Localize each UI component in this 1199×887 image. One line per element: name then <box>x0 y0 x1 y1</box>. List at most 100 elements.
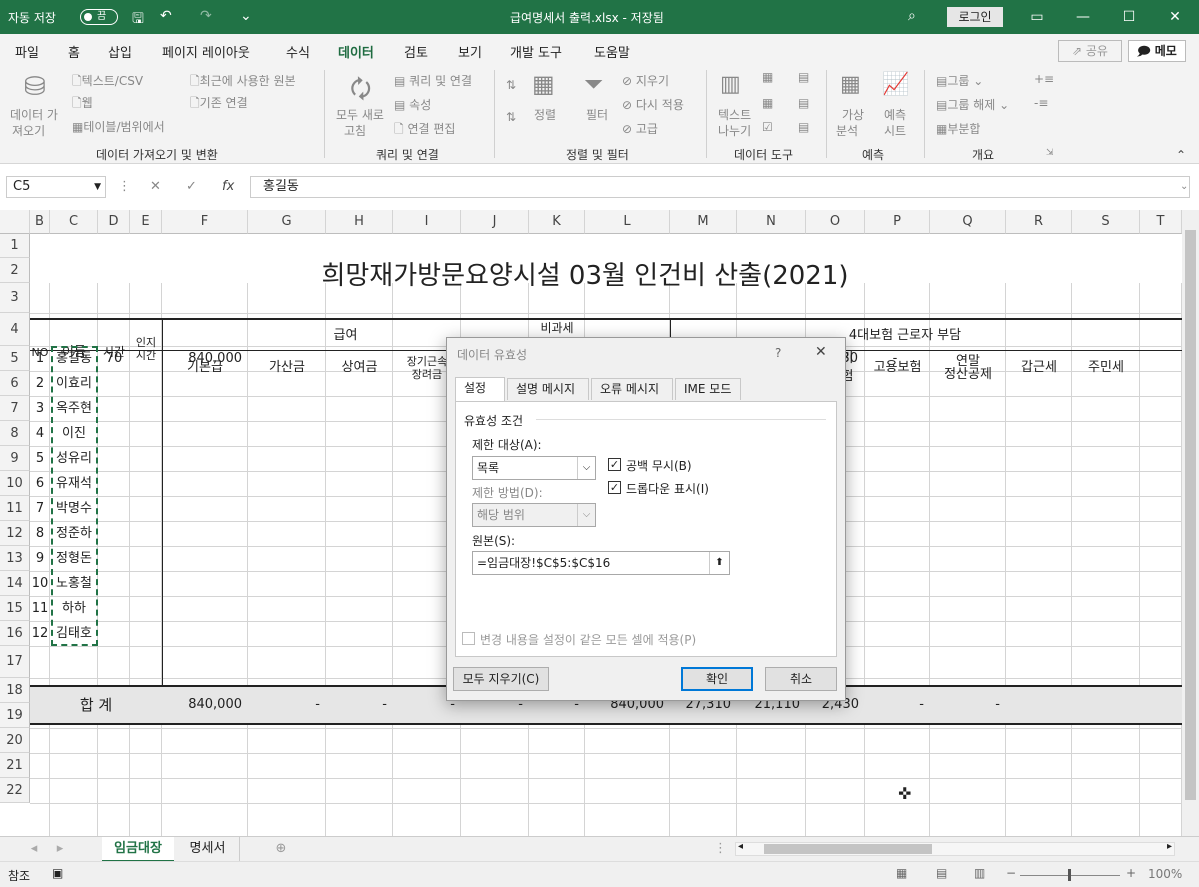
normal-view-icon[interactable]: ▦ <box>896 866 907 880</box>
employee-base-pay[interactable]: 840,000 <box>162 346 242 371</box>
save-icon[interactable]: 🖫 <box>132 8 144 32</box>
source-input[interactable]: =임금대장!$C$5:$C$16 ⬆ <box>472 551 730 575</box>
search-icon[interactable]: ⌕ <box>908 8 916 24</box>
show-detail-icon[interactable]: +≡ <box>1034 72 1054 86</box>
page-layout-view-icon[interactable]: ▤ <box>936 866 947 880</box>
text-to-columns-button[interactable]: 텍스트 <box>718 106 751 123</box>
queries-connections-button[interactable]: ▤ 쿼리 및 연결 <box>394 72 472 89</box>
cancel-icon[interactable]: ✕ <box>150 179 161 194</box>
row-header-1[interactable]: 1 <box>0 234 30 258</box>
column-header-p[interactable]: P <box>865 210 930 234</box>
menu-help[interactable]: 도움말 <box>594 42 630 61</box>
advanced-filter-button[interactable]: ⊘ 고급 <box>622 120 658 137</box>
clear-all-button[interactable]: 모두 지우기(C) <box>453 667 549 691</box>
flash-fill-icon[interactable]: ▦ <box>762 70 773 84</box>
employee-employment-insurance[interactable]: - <box>865 346 925 371</box>
page-break-view-icon[interactable]: ▥ <box>974 866 985 880</box>
row-header-12[interactable]: 12 <box>0 521 30 546</box>
column-header-e[interactable]: E <box>130 210 162 234</box>
column-header-k[interactable]: K <box>529 210 585 234</box>
vertical-scroll-thumb[interactable] <box>1185 230 1196 800</box>
menu-insert[interactable]: 삽입 <box>108 42 132 61</box>
collapse-dialog-icon[interactable]: ⬆ <box>709 552 729 574</box>
ignore-blank-checkbox[interactable]: ✓ <box>608 458 621 471</box>
apply-all-checkbox[interactable] <box>462 632 475 645</box>
column-header-s[interactable]: S <box>1072 210 1140 234</box>
column-header-j[interactable]: J <box>461 210 529 234</box>
column-header-h[interactable]: H <box>326 210 393 234</box>
ungroup-button[interactable]: ▤그룹 해제 ⌄ <box>936 96 1009 113</box>
tab-ime-mode[interactable]: IME 모드 <box>675 378 741 400</box>
menu-page-layout[interactable]: 페이지 레이아웃 <box>162 42 250 61</box>
collapse-ribbon-icon[interactable]: ⌃ <box>1176 148 1186 162</box>
sort-ascending-icon[interactable]: ⇅ <box>506 78 516 92</box>
horizontal-scroll-thumb[interactable] <box>764 844 932 854</box>
what-if-button-line2[interactable]: 분석 <box>836 122 858 139</box>
data-select[interactable]: 해당 범위 ⌵ <box>472 503 596 527</box>
relationships-icon[interactable]: ▤ <box>798 96 809 110</box>
recent-sources-button[interactable]: 🗋최근에 사용한 원본 <box>190 72 296 93</box>
column-header-c[interactable]: C <box>50 210 98 234</box>
scroll-left-icon[interactable]: ◂ <box>738 841 743 852</box>
prev-sheet-icon[interactable]: ◂ <box>24 837 44 862</box>
sheet-tab-wage-ledger[interactable]: 임금대장 <box>102 837 174 862</box>
tab-settings[interactable]: 설정 <box>455 377 505 401</box>
customize-quick-access-icon[interactable]: ⌄ <box>240 8 252 24</box>
column-header-f[interactable]: F <box>162 210 248 234</box>
remove-duplicates-icon[interactable]: ▦ <box>762 96 773 110</box>
undo-icon[interactable]: ↶ <box>160 8 172 24</box>
what-if-button[interactable]: 가상 <box>842 106 864 123</box>
get-data-button[interactable]: 데이터 가 <box>10 106 58 123</box>
forecast-sheet-button-line2[interactable]: 시트 <box>884 122 906 139</box>
total-g[interactable]: - <box>248 687 320 723</box>
total-p[interactable]: - <box>865 687 924 723</box>
column-header-q[interactable]: Q <box>930 210 1006 234</box>
row-header-15[interactable]: 15 <box>0 596 30 621</box>
row-header-9[interactable]: 9 <box>0 446 30 471</box>
row-header-18[interactable]: 18 <box>0 678 30 703</box>
row-header-20[interactable]: 20 <box>0 728 30 753</box>
column-header-r[interactable]: R <box>1006 210 1072 234</box>
scroll-right-icon[interactable]: ▸ <box>1167 841 1172 852</box>
name-box-dropdown-icon[interactable]: ▼ <box>94 177 101 197</box>
employee-time[interactable]: 70 <box>98 346 130 371</box>
column-header-b[interactable]: B <box>30 210 50 234</box>
menu-formulas[interactable]: 수식 <box>286 42 310 61</box>
from-table-button[interactable]: ▦테이블/범위에서 <box>72 118 165 135</box>
row-header-2[interactable]: 2 <box>0 258 30 283</box>
hide-detail-icon[interactable]: -≡ <box>1034 96 1048 110</box>
column-header-i[interactable]: I <box>393 210 461 234</box>
menu-view[interactable]: 보기 <box>458 42 482 61</box>
enter-icon[interactable]: ✓ <box>186 179 197 194</box>
zoom-in-icon[interactable]: + <box>1126 866 1136 880</box>
tab-split-handle[interactable]: ⋮ <box>714 837 727 862</box>
data-validation-icon[interactable]: ☑ <box>762 120 773 134</box>
help-icon[interactable]: ? <box>775 346 781 360</box>
allow-select[interactable]: 목록 ⌵ <box>472 456 596 480</box>
sort-button[interactable]: 정렬 <box>534 106 556 123</box>
minimize-button[interactable]: — <box>1068 5 1098 29</box>
ribbon-display-options-icon[interactable]: ▭ <box>1022 5 1052 29</box>
data-model-icon[interactable]: ▤ <box>798 120 809 134</box>
properties-button[interactable]: ▤ 속성 <box>394 96 431 113</box>
filter-button[interactable]: 필터 <box>586 106 608 123</box>
insert-function-icon[interactable]: fx <box>222 179 234 194</box>
menu-home[interactable]: 홈 <box>68 42 80 61</box>
row-header-16[interactable]: 16 <box>0 621 30 646</box>
new-sheet-icon[interactable]: ⊕ <box>270 837 292 862</box>
ok-button[interactable]: 확인 <box>681 667 753 691</box>
forecast-sheet-button[interactable]: 예측 <box>884 106 906 123</box>
zoom-out-icon[interactable]: − <box>1006 866 1016 880</box>
column-header-t[interactable]: T <box>1140 210 1182 234</box>
column-header-g[interactable]: G <box>248 210 326 234</box>
close-button[interactable]: ✕ <box>1160 5 1190 29</box>
text-to-columns-button-line2[interactable]: 나누기 <box>718 122 751 139</box>
menu-developer[interactable]: 개발 도구 <box>510 42 562 61</box>
row-header-21[interactable]: 21 <box>0 753 30 778</box>
select-all-corner[interactable] <box>0 210 30 234</box>
row-header-8[interactable]: 8 <box>0 421 30 446</box>
dialog-close-icon[interactable]: ✕ <box>815 344 827 360</box>
existing-connections-button[interactable]: 🗋기존 연결 <box>190 94 248 115</box>
in-cell-dropdown-checkbox[interactable]: ✓ <box>608 481 621 494</box>
redo-icon[interactable]: ↷ <box>200 8 212 24</box>
